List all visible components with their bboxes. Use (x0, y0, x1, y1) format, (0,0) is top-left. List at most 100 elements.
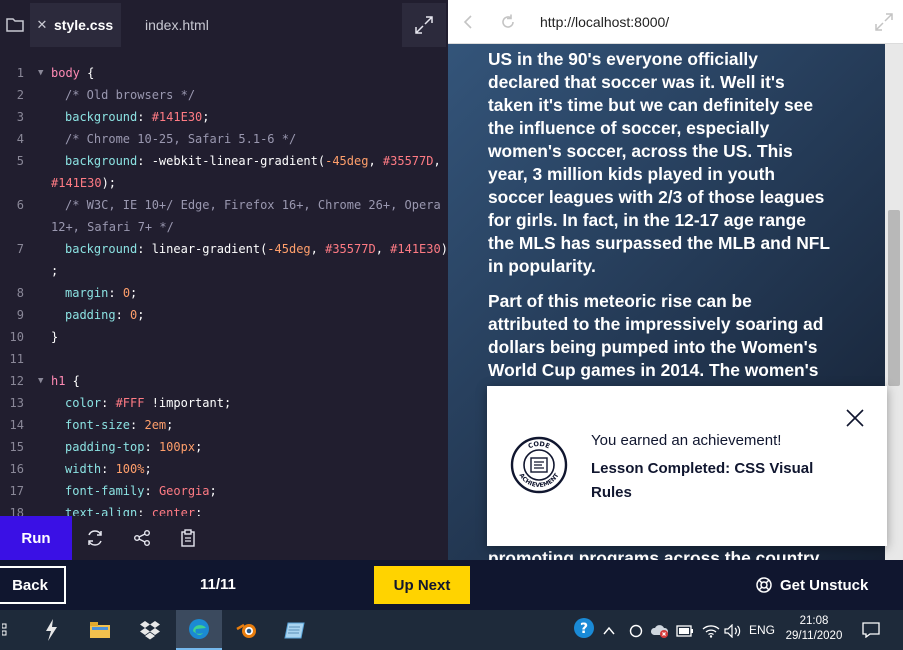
article-line: in popularity. (488, 256, 596, 276)
code-line[interactable]: 15 padding-top: 100px; (0, 436, 448, 458)
code-line[interactable]: 4 /* Chrome 10-25, Safari 5.1-6 */ (0, 128, 448, 150)
close-toast-button[interactable] (843, 406, 867, 430)
code-line-wrap[interactable]: 12+, Safari 7+ */ (0, 216, 448, 238)
taskbar-app-dropbox[interactable] (127, 610, 173, 650)
code-token: -45deg (325, 154, 369, 168)
code-lines[interactable]: 1 ▼ body {2/* Old browsers */3 background: … (0, 62, 448, 516)
browser-refresh-button[interactable] (496, 10, 520, 34)
volume-button[interactable] (724, 622, 742, 640)
browser-scroll-thumb[interactable] (888, 210, 900, 386)
article-line: the influence of soccer, especially (488, 118, 770, 138)
wifi-button[interactable] (702, 622, 720, 640)
article-line: attributed to the impressively soaring a… (488, 314, 824, 334)
task-view-button[interactable] (0, 610, 14, 650)
line-number: 3 (16, 110, 24, 124)
code-line[interactable]: 13 color: #FFF !important; (0, 392, 448, 414)
code-token: background (65, 110, 138, 124)
tray-cloud-error-button[interactable] (650, 622, 670, 640)
code-line[interactable]: 17 font-family: Georgia; (0, 480, 448, 502)
code-line[interactable]: 9 padding: 0; (0, 304, 448, 326)
code-line[interactable]: 16 width: 100%; (0, 458, 448, 480)
taskbar-app-sharex[interactable] (28, 610, 74, 650)
article-line: soccer leagues with 2/3 of those leagues (488, 187, 825, 207)
article-line: year, 3 million kids played in youth (488, 164, 776, 184)
code-line[interactable]: 10} (0, 326, 448, 348)
dropbox-icon (140, 621, 160, 640)
code-line[interactable]: 8 margin: 0; (0, 282, 448, 304)
help-button[interactable]: ? (573, 618, 595, 638)
code-token: 2em (144, 418, 167, 432)
action-center-button[interactable] (856, 616, 886, 644)
code-token: background (65, 154, 138, 168)
expand-editor-button[interactable] (402, 3, 446, 47)
back-button[interactable]: Back (0, 566, 66, 604)
wifi-icon (702, 625, 720, 638)
code-text: margin: 0; (65, 282, 137, 304)
code-token: margin (65, 286, 109, 300)
show-hidden-icons-button[interactable] (603, 622, 615, 640)
code-token: ; (144, 462, 152, 476)
line-number: 2 (16, 88, 24, 102)
fold-caret-icon[interactable]: ▼ (38, 370, 43, 392)
code-line[interactable]: 11 (0, 348, 448, 370)
file-browser-button[interactable] (0, 0, 30, 47)
code-line-wrap[interactable]: #141E30); (0, 172, 448, 194)
code-line[interactable]: 18 text-align: center; (0, 502, 448, 516)
url-input[interactable] (526, 6, 862, 38)
battery-button[interactable] (676, 622, 694, 640)
code-token: 12+, Safari 7+ */ (51, 220, 174, 234)
reset-code-button[interactable] (83, 526, 107, 550)
code-line[interactable]: 6 /* W3C, IE 10+/ Edge, Firefox 16+, Chro… (0, 194, 448, 216)
up-next-button[interactable]: Up Next (374, 566, 470, 604)
article-text: US in the 90's everyone officially declar… (488, 48, 868, 382)
code-token: #141E30 (51, 176, 102, 190)
tray-circle-button[interactable] (629, 622, 643, 640)
code-line[interactable]: 3 background: #141E30; (0, 106, 448, 128)
edge-browser-icon (189, 619, 209, 639)
article-line: the MLS has surpassed the MLB and NFL (488, 233, 831, 253)
achievement-toast: CODE ACHIEVEMENT You earned an achieveme… (487, 386, 887, 546)
code-line[interactable]: 5 background: -webkit-linear-gradient(-45… (0, 150, 448, 172)
line-number: 7 (16, 242, 24, 256)
code-token: 100% (115, 462, 145, 476)
code-token: { (79, 66, 95, 80)
copy-code-button[interactable] (176, 526, 200, 550)
code-token: Georgia (158, 484, 210, 498)
line-number: 16 (9, 462, 24, 476)
code-line[interactable]: 1 ▼ body { (0, 62, 448, 84)
code-line[interactable]: 14 font-size: 2em; (0, 414, 448, 436)
code-token: ; (195, 506, 203, 516)
taskbar-app-blender[interactable] (224, 610, 270, 650)
get-unstuck-button[interactable]: Get Unstuck (756, 574, 868, 596)
code-line[interactable]: 12 ▼ h1 { (0, 370, 448, 392)
input-language[interactable]: ENG (749, 623, 775, 637)
code-token: -45deg (267, 242, 311, 256)
code-line-wrap[interactable]: ; (0, 260, 448, 282)
get-unstuck-label: Get Unstuck (780, 576, 869, 594)
cloud-error-icon (650, 625, 669, 638)
article-line: World Cup games in 2014. The women's (488, 360, 819, 380)
fold-caret-icon[interactable]: ▼ (38, 62, 43, 84)
taskbar-app-notepad[interactable] (272, 610, 318, 650)
code-line[interactable]: 7 background: linear-gradient(-45deg, #35… (0, 238, 448, 260)
article-line: taken it's time but we can definitely se… (488, 95, 813, 115)
tab-style-css[interactable]: ✕ style.css (30, 3, 121, 47)
browser-back-button[interactable] (456, 10, 480, 34)
code-editor[interactable]: ✕ style.css index.html 1 ▼ body {2/* Old b… (0, 0, 448, 516)
taskbar-app-file-explorer[interactable] (77, 610, 123, 650)
share-button[interactable] (130, 526, 154, 550)
code-token: width (65, 462, 102, 476)
code-token: ) (440, 242, 448, 256)
close-tab-icon[interactable]: ✕ (30, 17, 54, 33)
code-token: ; (209, 484, 217, 498)
code-text: body { (51, 62, 94, 84)
code-token: text-align (65, 506, 138, 516)
line-number: 15 (9, 440, 24, 454)
code-line[interactable]: 2 /* Old browsers */ (0, 84, 448, 106)
run-button[interactable]: Run (0, 516, 72, 560)
tab-index-html[interactable]: index.html (145, 3, 209, 47)
expand-browser-button[interactable] (872, 10, 896, 34)
taskbar-app-edge[interactable] (176, 610, 222, 650)
taskbar-clock[interactable]: 21:08 29/11/2020 (778, 614, 850, 644)
folder-icon (6, 17, 24, 32)
